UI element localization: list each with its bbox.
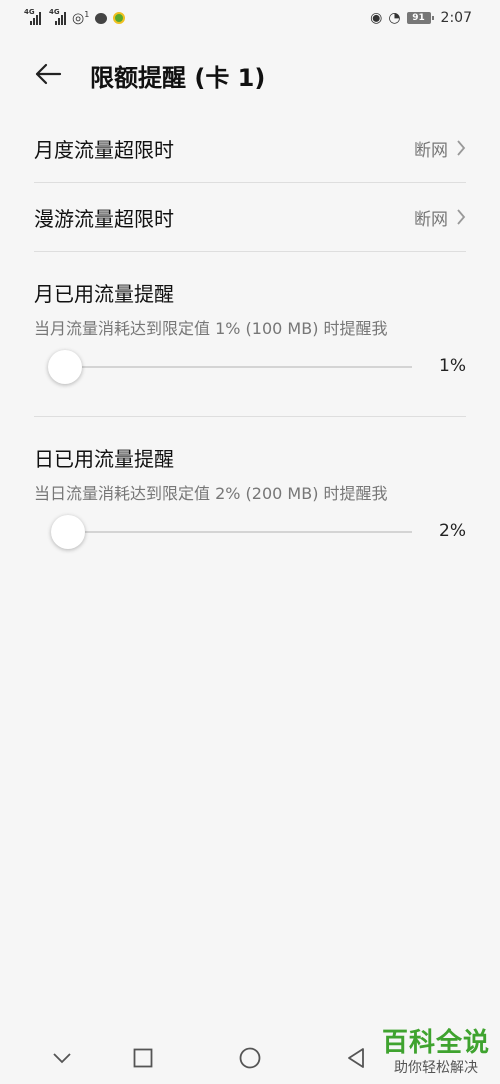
- hotspot-badge: 1: [84, 9, 90, 19]
- watermark-main: 百科全说: [381, 1028, 490, 1058]
- network-type-2: 4G: [49, 8, 60, 16]
- header: 限额提醒 (卡 1): [0, 44, 500, 104]
- chevron-right-icon: [457, 140, 466, 156]
- monthly-slider-track[interactable]: [66, 366, 412, 368]
- chevron-down-icon: [53, 1053, 71, 1064]
- monthly-reminder-title: 月已用流量提醒: [34, 282, 174, 306]
- daily-reminder-block: 日已用流量提醒 当日流量消耗达到限定值 2% (200 MB) 时提醒我: [34, 443, 466, 504]
- roaming-limit-label: 漫游流量超限时: [34, 206, 174, 231]
- divider: [34, 251, 466, 252]
- monthly-limit-value: 断网: [414, 140, 448, 161]
- monthly-limit-label: 月度流量超限时: [34, 137, 174, 162]
- monthly-reminder-description: 当月流量消耗达到限定值 1% (100 MB) 时提醒我: [34, 319, 388, 338]
- nav-hide-button[interactable]: [42, 1038, 82, 1078]
- circle-icon: [239, 1047, 261, 1069]
- daily-slider-value: 2%: [439, 521, 466, 541]
- monthly-limit-row[interactable]: 月度流量超限时 断网: [34, 114, 466, 182]
- monthly-limit-value-wrap: 断网: [414, 136, 466, 161]
- roaming-limit-value: 断网: [414, 209, 448, 230]
- monthly-reminder-block: 月已用流量提醒 当月流量消耗达到限定值 1% (100 MB) 时提醒我: [34, 278, 466, 339]
- monthly-slider-thumb[interactable]: [48, 350, 82, 384]
- signal-icon-2: 4G: [49, 8, 66, 25]
- divider: [34, 416, 466, 417]
- network-type-1: 4G: [24, 8, 35, 16]
- roaming-limit-row[interactable]: 漫游流量超限时 断网: [34, 183, 466, 251]
- status-bar: 4G 4G ◎1 ◉ ◔ 91 2:07: [0, 0, 500, 36]
- status-right: ◉ ◔ 91 2:07: [370, 10, 472, 26]
- nav-home-button[interactable]: [230, 1038, 270, 1078]
- nav-recents-button[interactable]: [123, 1038, 163, 1078]
- speed-icon: ◔: [388, 10, 401, 26]
- status-left: 4G 4G ◎1: [24, 8, 126, 27]
- triangle-back-icon: [348, 1048, 364, 1068]
- watermark-sub: 助你轻松解决: [394, 1060, 478, 1076]
- arrow-left-icon: [35, 63, 62, 85]
- clock: 2:07: [440, 10, 472, 26]
- daily-reminder-title: 日已用流量提醒: [34, 447, 174, 471]
- nav-back-button[interactable]: [336, 1038, 376, 1078]
- wechat-icon: [95, 12, 108, 24]
- battery-icon: 91: [406, 12, 434, 24]
- daily-slider-thumb[interactable]: [51, 515, 85, 549]
- roaming-limit-value-wrap: 断网: [414, 205, 466, 230]
- monthly-slider-value: 1%: [439, 356, 466, 376]
- square-icon: [133, 1048, 153, 1068]
- hotspot-icon: ◎1: [72, 9, 90, 27]
- back-button[interactable]: [30, 58, 66, 90]
- daily-slider-track[interactable]: [70, 531, 412, 533]
- signal-icon-1: 4G: [24, 8, 41, 25]
- page-title: 限额提醒 (卡 1): [90, 64, 266, 92]
- watermark-logo: 百科全说 助你轻松解决: [376, 1022, 496, 1078]
- app-notification-icon: [113, 12, 126, 24]
- eye-icon: ◉: [370, 10, 383, 26]
- daily-reminder-description: 当日流量消耗达到限定值 2% (200 MB) 时提醒我: [34, 484, 388, 503]
- chevron-right-icon: [457, 209, 466, 225]
